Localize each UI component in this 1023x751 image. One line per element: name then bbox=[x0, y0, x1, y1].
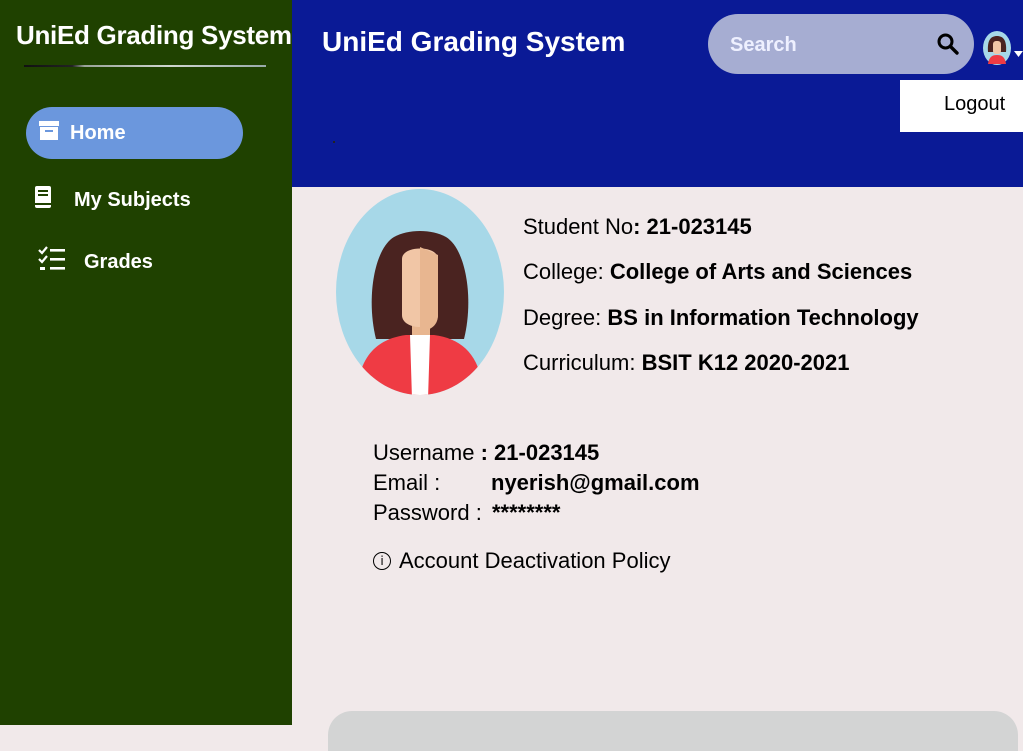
sidebar: UniEd Grading System Home My Subjects Gr… bbox=[0, 0, 292, 725]
account-dropdown: Logout bbox=[900, 80, 1023, 132]
degree-label: Degree: bbox=[523, 305, 602, 330]
sidebar-item-grades[interactable]: Grades bbox=[38, 246, 153, 278]
sidebar-brand: UniEd Grading System bbox=[16, 20, 292, 50]
student-number-value: 21-023145 bbox=[646, 214, 752, 239]
college-row: College: College of Arts and Sciences bbox=[523, 259, 912, 285]
brand-divider bbox=[24, 65, 266, 67]
email-label: Email : bbox=[373, 470, 441, 495]
sidebar-item-label: Grades bbox=[84, 250, 153, 273]
avatar[interactable] bbox=[982, 30, 1012, 71]
sidebar-item-my-subjects[interactable]: My Subjects bbox=[34, 183, 191, 217]
search-icon[interactable] bbox=[936, 32, 960, 61]
college-value: College of Arts and Sciences bbox=[609, 259, 913, 284]
checklist-icon bbox=[38, 246, 66, 278]
search-input[interactable] bbox=[728, 28, 922, 62]
curriculum-label: Curriculum: bbox=[523, 350, 636, 375]
top-header: UniEd Grading System Logout bbox=[292, 0, 1023, 187]
page-title: UniEd Grading System bbox=[322, 26, 626, 57]
username-row: Username : 21-023145 bbox=[373, 440, 600, 465]
book-icon bbox=[34, 185, 52, 215]
chevron-down-icon[interactable] bbox=[1014, 44, 1023, 62]
student-number-label: Student No bbox=[523, 214, 634, 239]
curriculum-row: Curriculum: BSIT K12 2020-2021 bbox=[523, 350, 850, 376]
curriculum-value: BSIT K12 2020-2021 bbox=[641, 350, 850, 375]
search-bar[interactable] bbox=[708, 14, 974, 74]
profile-photo bbox=[336, 189, 504, 400]
sidebar-item-home[interactable]: Home bbox=[26, 107, 243, 159]
archive-icon bbox=[38, 119, 60, 147]
username-label: Username bbox=[373, 440, 475, 465]
sidebar-item-label: Home bbox=[70, 121, 126, 144]
student-number-row: Student No: 21-023145 bbox=[523, 214, 752, 239]
info-icon: i bbox=[373, 552, 391, 570]
email-value: nyerish@gmail.com bbox=[491, 470, 700, 495]
sidebar-item-label: My Subjects bbox=[74, 188, 191, 211]
account-deactivation-policy-link[interactable]: i Account Deactivation Policy bbox=[373, 548, 670, 574]
logout-button[interactable]: Logout bbox=[944, 93, 1005, 116]
password-label: Password : bbox=[373, 500, 482, 525]
decorative-dot bbox=[333, 141, 335, 143]
college-label: College: bbox=[523, 259, 604, 284]
policy-link-text: Account Deactivation Policy bbox=[399, 548, 671, 573]
degree-row: Degree: BS in Information Technology bbox=[523, 305, 919, 331]
username-value: 21-023145 bbox=[494, 440, 600, 465]
bottom-card bbox=[328, 711, 1018, 751]
password-value: ******** bbox=[492, 500, 561, 525]
degree-value: BS in Information Technology bbox=[607, 305, 919, 330]
